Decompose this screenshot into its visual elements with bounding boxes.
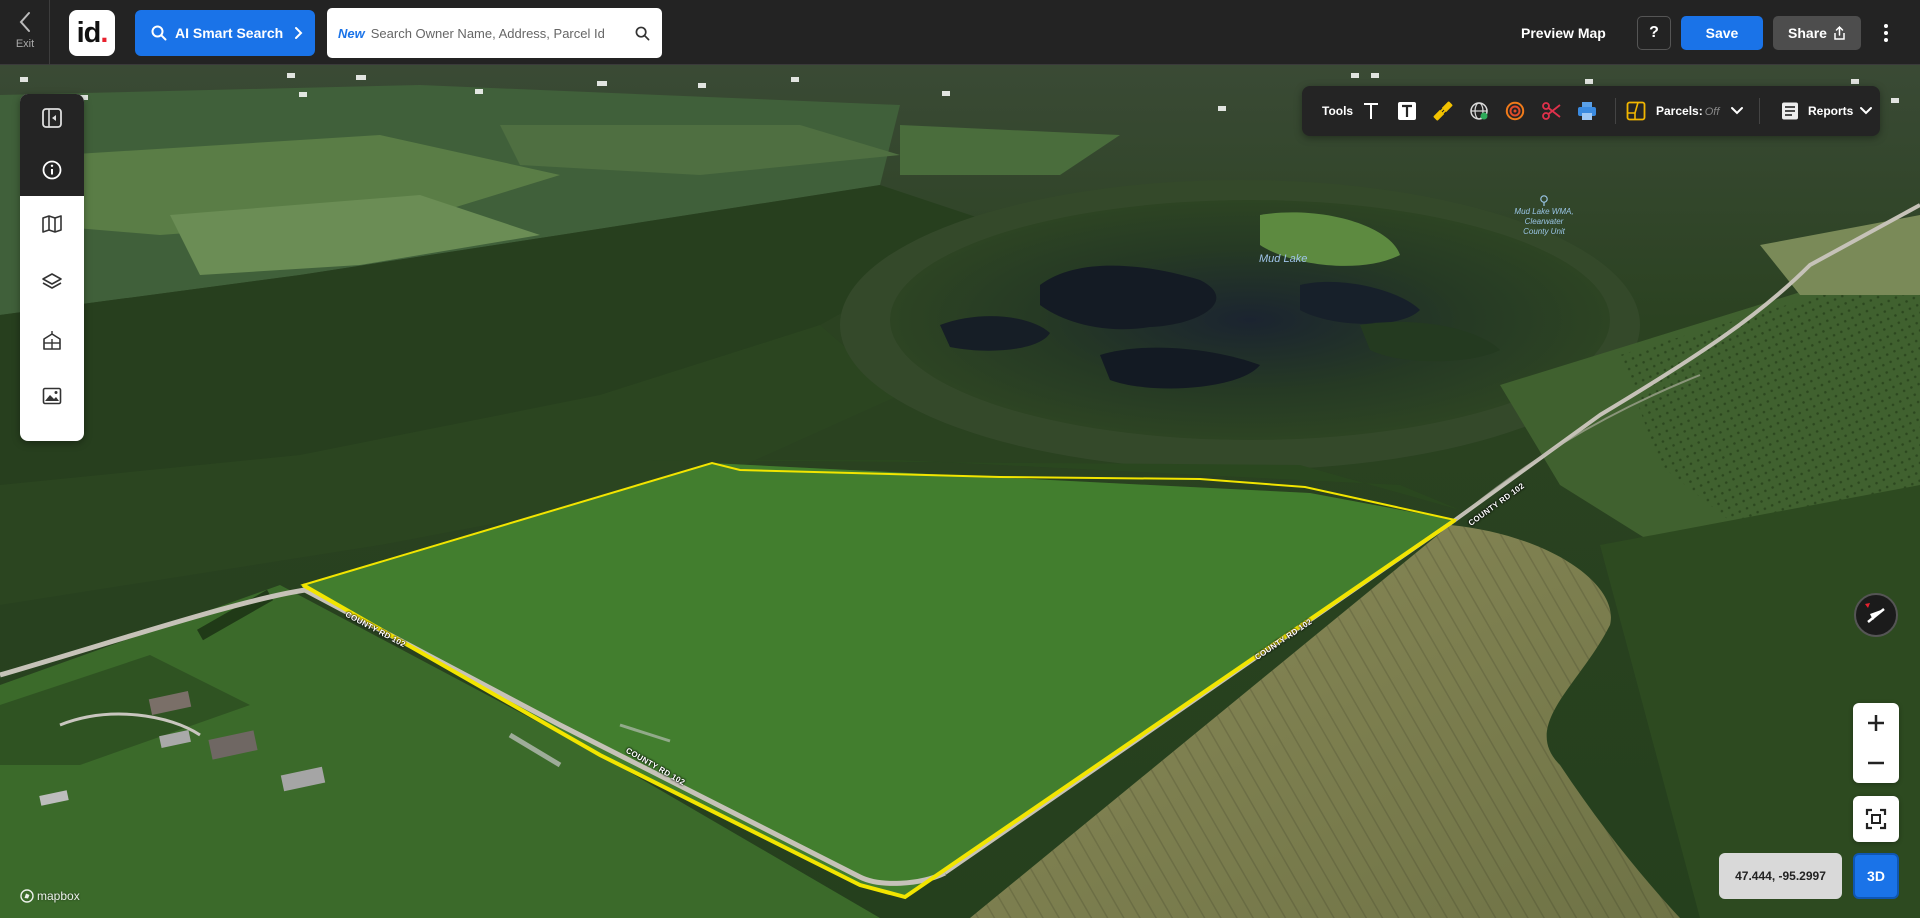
globe-measure-icon[interactable] xyxy=(1467,99,1491,123)
chevron-right-icon xyxy=(295,27,303,39)
mapbox-attribution[interactable]: mapbox xyxy=(20,889,80,903)
map-icon xyxy=(42,215,62,233)
parcels-label: Parcels: xyxy=(1656,104,1703,118)
tools-label: Tools xyxy=(1322,104,1354,118)
logo-text: id xyxy=(76,16,102,49)
zoom-control xyxy=(1853,703,1899,783)
scissors-icon[interactable] xyxy=(1539,99,1563,123)
chevron-down-icon[interactable] xyxy=(1854,99,1878,123)
parcels-toggle[interactable]: Parcels: Off xyxy=(1656,86,1719,136)
zoom-in-button[interactable] xyxy=(1853,703,1899,743)
mapbox-label: mapbox xyxy=(37,889,80,903)
search-input[interactable] xyxy=(370,25,635,41)
buildings-icon xyxy=(43,331,61,350)
exit-button[interactable]: Exit xyxy=(4,10,46,56)
tools-toolbar: Tools Parcels: Off Reports xyxy=(1302,86,1880,136)
wma-label-line1: Mud Lake WMA, xyxy=(1514,207,1574,216)
toolbar-divider xyxy=(1615,98,1616,124)
reports-button[interactable]: Reports xyxy=(1808,86,1853,136)
layers-icon xyxy=(42,273,62,289)
sidebar-item-layers[interactable] xyxy=(20,254,84,310)
share-button[interactable]: Share xyxy=(1773,16,1861,50)
save-button[interactable]: Save xyxy=(1681,16,1763,50)
text-box-icon[interactable] xyxy=(1395,99,1419,123)
focus-frame-icon xyxy=(1865,808,1887,830)
new-badge: New xyxy=(338,25,365,41)
3d-toggle-button[interactable]: 3D xyxy=(1853,853,1899,899)
sidebar-item-info[interactable] xyxy=(20,142,84,198)
more-menu-icon[interactable] xyxy=(1874,18,1898,48)
ai-smart-search-label: AI Smart Search xyxy=(175,25,284,41)
parcels-state: Off xyxy=(1704,106,1720,118)
search-icon[interactable] xyxy=(635,26,650,41)
mapbox-logo-icon xyxy=(20,889,34,903)
reports-icon[interactable] xyxy=(1778,99,1802,123)
logo[interactable]: id. xyxy=(69,10,115,56)
wma-label-line2: Clearwater xyxy=(1524,217,1564,226)
ruler-icon[interactable] xyxy=(1431,99,1455,123)
search-bar: New xyxy=(327,8,662,58)
share-label: Share xyxy=(1788,25,1827,41)
panel-toggle-icon xyxy=(42,108,62,128)
toolbar-divider xyxy=(1759,98,1760,124)
compass-button[interactable] xyxy=(1854,593,1898,637)
sidebar-item-buildings[interactable] xyxy=(20,312,84,368)
map-view[interactable]: Mud Lake Mud Lake WMA, Clearwater County… xyxy=(0,65,1920,918)
sidebar-item-image[interactable] xyxy=(20,368,84,424)
sidebar-item-map[interactable] xyxy=(20,196,84,252)
image-icon xyxy=(42,387,62,405)
logo-dot: . xyxy=(100,16,108,49)
chevron-down-icon[interactable] xyxy=(1725,99,1749,123)
chevron-left-icon xyxy=(4,10,46,36)
wma-label: Mud Lake WMA, Clearwater County Unit xyxy=(1512,195,1576,237)
fit-extent-button[interactable] xyxy=(1853,796,1899,842)
preview-map-button[interactable]: Preview Map xyxy=(1521,16,1606,50)
sidebar-item-panel-toggle[interactable] xyxy=(20,94,84,146)
divider xyxy=(49,0,50,65)
share-icon xyxy=(1834,26,1845,40)
lake-label: Mud Lake xyxy=(1259,253,1308,265)
parcels-icon[interactable] xyxy=(1624,99,1648,123)
help-button[interactable]: ? xyxy=(1637,16,1671,50)
radius-icon[interactable] xyxy=(1503,99,1527,123)
left-sidebar xyxy=(20,94,84,441)
info-icon xyxy=(42,160,62,180)
top-bar: Exit id. AI Smart Search New Preview Map… xyxy=(0,0,1920,65)
print-icon[interactable] xyxy=(1575,99,1599,123)
search-icon xyxy=(151,25,167,41)
minus-icon xyxy=(1868,761,1884,765)
satellite-imagery xyxy=(0,65,1920,918)
compass-icon xyxy=(1865,603,1885,623)
exit-label: Exit xyxy=(15,38,35,50)
plus-icon xyxy=(1868,715,1884,731)
ai-smart-search-button[interactable]: AI Smart Search xyxy=(135,10,315,56)
text-icon[interactable] xyxy=(1359,99,1383,123)
zoom-out-button[interactable] xyxy=(1853,743,1899,783)
park-icon xyxy=(1540,195,1548,206)
coordinates-display: 47.444, -95.2997 xyxy=(1719,853,1842,899)
wma-label-line3: County Unit xyxy=(1523,227,1565,236)
